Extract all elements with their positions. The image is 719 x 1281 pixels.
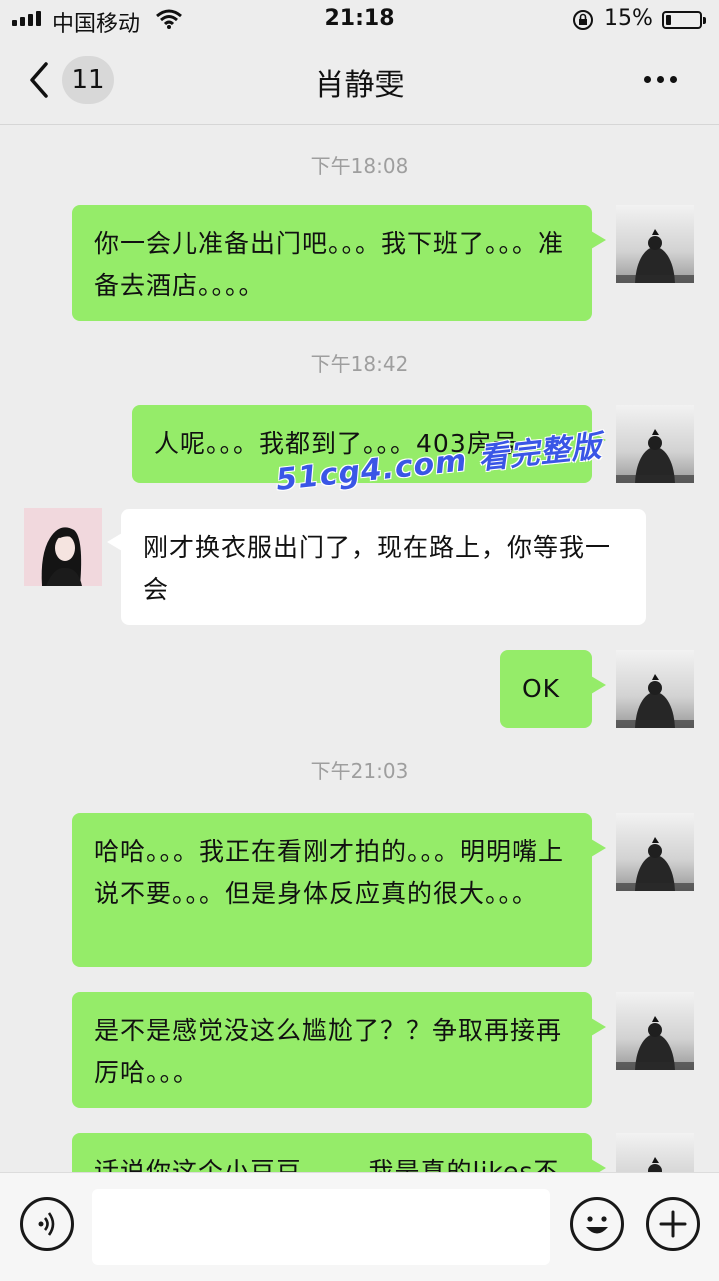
more-dots-icon[interactable] bbox=[644, 76, 677, 83]
voice-icon[interactable] bbox=[20, 1197, 74, 1251]
my-avatar[interactable] bbox=[616, 205, 694, 283]
message-bubble-outgoing[interactable]: 话说你这个小豆豆。。。。我是真的likes不 bbox=[72, 1133, 606, 1172]
message-bubble-outgoing[interactable]: 是不是感觉没这么尴尬了？？争取再接再厉哈。。。 bbox=[72, 992, 606, 1108]
timestamp: 下午21:03 bbox=[310, 759, 409, 783]
battery-level bbox=[666, 15, 671, 25]
message-bubble-incoming[interactable]: 刚才换衣服出门了，现在路上，你等我一会 bbox=[107, 509, 646, 625]
message-input[interactable] bbox=[92, 1189, 550, 1265]
chat-title: 肖静雯 bbox=[314, 68, 405, 103]
message-bubble-outgoing[interactable]: 你一会儿准备出门吧。。。我下班了。。。准备去酒店。。。。 bbox=[72, 205, 606, 321]
my-avatar[interactable] bbox=[616, 405, 694, 483]
input-bar bbox=[0, 1172, 719, 1281]
battery-icon bbox=[662, 11, 706, 29]
emoji-icon[interactable] bbox=[570, 1197, 624, 1251]
my-avatar[interactable] bbox=[616, 813, 694, 891]
message-bubble-outgoing[interactable]: OK bbox=[500, 650, 606, 728]
battery-percent: 15% bbox=[604, 6, 653, 31]
message-bubble-outgoing[interactable]: 哈哈。。。我正在看刚才拍的。。。明明嘴上说不要。。。但是身体反应真的很大。。。 bbox=[72, 813, 606, 967]
plus-icon[interactable] bbox=[646, 1197, 700, 1251]
timestamp: 下午18:42 bbox=[310, 352, 409, 376]
rotation-lock-icon bbox=[573, 10, 593, 30]
timestamp: 下午18:08 bbox=[310, 154, 409, 178]
chat-header: 11 肖静雯 bbox=[0, 40, 719, 125]
contact-avatar[interactable] bbox=[24, 508, 102, 586]
my-avatar[interactable] bbox=[616, 992, 694, 1070]
my-avatar[interactable] bbox=[616, 1133, 694, 1172]
my-avatar[interactable] bbox=[616, 650, 694, 728]
status-bar: 中国移动 21:18 15% bbox=[0, 0, 719, 40]
message-list[interactable]: 下午18:08 你一会儿准备出门吧。。。我下班了。。。准备去酒店。。。。 下午1… bbox=[0, 125, 719, 1172]
